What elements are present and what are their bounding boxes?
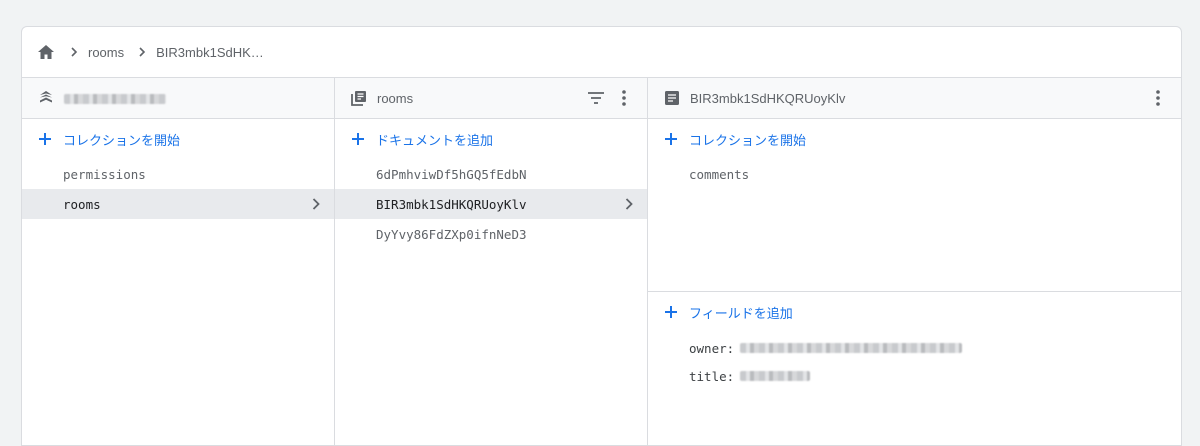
breadcrumb: rooms BIR3mbk1SdHK… xyxy=(22,27,1181,78)
field-key: owner: xyxy=(689,340,735,356)
field-row-title[interactable]: title: xyxy=(648,362,1181,390)
filter-icon[interactable] xyxy=(585,87,607,109)
add-document-label: ドキュメントを追加 xyxy=(376,132,494,148)
subcollections-section: コレクションを開始 comments xyxy=(648,119,1181,292)
more-vert-icon[interactable] xyxy=(1147,87,1169,109)
redacted-field-value xyxy=(740,343,963,353)
chevron-right-icon xyxy=(623,198,635,210)
document-title: BIR3mbk1SdHKQRUoyKlv xyxy=(690,90,846,106)
collection-icon xyxy=(349,88,369,108)
chevron-right-icon xyxy=(68,47,80,57)
add-field-button[interactable]: フィールドを追加 xyxy=(648,292,1181,332)
database-icon xyxy=(36,88,56,108)
collection-label: rooms xyxy=(63,196,101,212)
subcollection-item-comments[interactable]: comments xyxy=(648,159,1181,189)
plus-icon xyxy=(350,131,366,147)
add-field-label: フィールドを追加 xyxy=(689,305,793,321)
field-row-owner[interactable]: owner: xyxy=(648,334,1181,362)
add-document-button[interactable]: ドキュメントを追加 xyxy=(335,119,647,159)
start-collection-button[interactable]: コレクションを開始 xyxy=(648,119,1181,159)
home-icon[interactable] xyxy=(36,42,56,62)
collection-title: rooms xyxy=(377,90,414,106)
document-icon xyxy=(662,88,682,108)
panels: コレクションを開始 permissions rooms rooms ドキュメント… xyxy=(22,78,1181,445)
redacted-field-value xyxy=(740,371,811,381)
root-panel: コレクションを開始 permissions rooms xyxy=(22,78,335,445)
field-key: title: xyxy=(689,368,735,384)
document-panel-header: BIR3mbk1SdHKQRUoyKlv xyxy=(648,78,1181,119)
start-collection-label: コレクションを開始 xyxy=(63,132,181,148)
plus-icon xyxy=(663,304,679,320)
document-item[interactable]: 6dPmhviwDf5hGQ5fEdbN xyxy=(335,159,647,189)
document-panel: BIR3mbk1SdHKQRUoyKlv コレクションを開始 comments xyxy=(648,78,1181,445)
document-id: BIR3mbk1SdHKQRUoyKlv xyxy=(376,196,527,212)
start-collection-button[interactable]: コレクションを開始 xyxy=(22,119,334,159)
chevron-right-icon xyxy=(310,198,322,210)
document-id: 6dPmhviwDf5hGQ5fEdbN xyxy=(376,166,527,182)
plus-icon xyxy=(37,131,53,147)
document-id: DyYvy86FdZXp0ifnNeD3 xyxy=(376,226,527,242)
project-name xyxy=(64,91,322,106)
collection-label: permissions xyxy=(63,166,146,182)
collection-panel-header: rooms xyxy=(335,78,647,119)
root-panel-header xyxy=(22,78,334,119)
document-item-selected[interactable]: BIR3mbk1SdHKQRUoyKlv xyxy=(335,189,647,219)
database-viewer: rooms BIR3mbk1SdHK… コレクションを開始 permission… xyxy=(21,26,1182,446)
chevron-right-icon xyxy=(136,47,148,57)
collection-item-rooms[interactable]: rooms xyxy=(22,189,334,219)
collection-panel: rooms ドキュメントを追加 6dPmhviwDf5hGQ5fEdbN BIR… xyxy=(335,78,648,445)
subcollection-label: comments xyxy=(689,166,750,182)
breadcrumb-item-document[interactable]: BIR3mbk1SdHK… xyxy=(156,45,264,60)
fields-section: フィールドを追加 owner: title: xyxy=(648,292,1181,390)
plus-icon xyxy=(663,131,679,147)
start-collection-label: コレクションを開始 xyxy=(689,132,807,148)
collection-item-permissions[interactable]: permissions xyxy=(22,159,334,189)
more-vert-icon[interactable] xyxy=(613,87,635,109)
breadcrumb-item-rooms[interactable]: rooms xyxy=(88,45,124,60)
redacted-project-name xyxy=(64,94,166,105)
document-item[interactable]: DyYvy86FdZXp0ifnNeD3 xyxy=(335,219,647,249)
